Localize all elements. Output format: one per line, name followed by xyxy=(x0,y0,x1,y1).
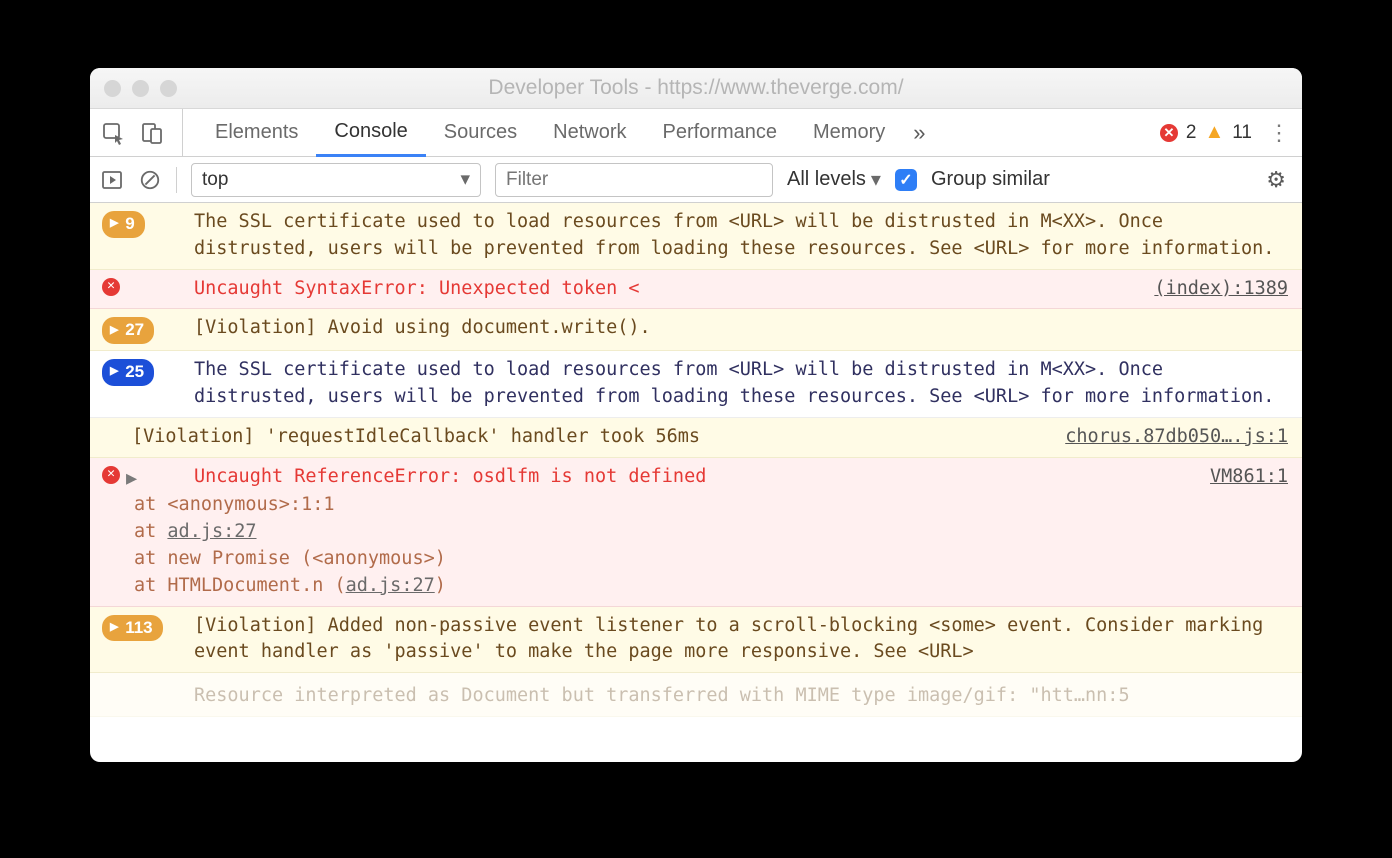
message-source-link[interactable]: (index):1389 xyxy=(1154,276,1288,303)
status-indicators[interactable]: ✕ 2 ▲ 11 xyxy=(1148,121,1264,144)
console-message[interactable]: ▶ 27 [Violation] Avoid using document.wri… xyxy=(90,309,1302,351)
context-value: top xyxy=(202,169,228,191)
group-badge[interactable]: ▶ 25 xyxy=(102,359,154,386)
expand-icon[interactable]: ▶ xyxy=(126,466,137,493)
tab-elements[interactable]: Elements xyxy=(197,109,316,156)
toggle-drawer-icon[interactable] xyxy=(100,168,124,192)
panel-tabs: Elements Console Sources Network Perform… xyxy=(197,109,935,156)
close-button[interactable] xyxy=(104,80,121,97)
tab-network[interactable]: Network xyxy=(535,109,644,156)
warning-count: 11 xyxy=(1232,122,1252,144)
devtools-window: Developer Tools - https://www.theverge.c… xyxy=(90,68,1302,762)
minimize-button[interactable] xyxy=(132,80,149,97)
gear-icon[interactable]: ⚙ xyxy=(1266,167,1292,193)
group-similar-checkbox[interactable]: ✓ xyxy=(895,169,917,191)
group-badge[interactable]: ▶ 27 xyxy=(102,317,154,344)
console-toolbar: top ▾ All levels ▾ ✓ Group similar ⚙ xyxy=(90,157,1302,203)
group-badge[interactable]: ▶ 9 xyxy=(102,211,145,238)
window-titlebar: Developer Tools - https://www.theverge.c… xyxy=(90,68,1302,109)
warning-icon: ▲ xyxy=(1204,121,1224,144)
message-text: [Violation] Avoid using document.write()… xyxy=(194,317,651,338)
console-message[interactable]: ▶ 113 [Violation] Added non-passive event… xyxy=(90,607,1302,674)
console-messages[interactable]: ▶ 9 The SSL certificate used to load reso… xyxy=(90,203,1302,762)
console-message[interactable]: ▶ 9 The SSL certificate used to load reso… xyxy=(90,203,1302,270)
group-badge[interactable]: ▶ 113 xyxy=(102,615,163,642)
error-icon: ✕ xyxy=(1160,124,1178,142)
chevron-down-icon: ▾ xyxy=(460,168,470,191)
tab-memory[interactable]: Memory xyxy=(795,109,903,156)
message-source-link[interactable]: chorus.87db050….js:1 xyxy=(1065,424,1288,451)
zoom-button[interactable] xyxy=(160,80,177,97)
toggle-device-icon[interactable] xyxy=(140,121,164,145)
chevron-down-icon: ▾ xyxy=(871,167,881,192)
group-similar-label: Group similar xyxy=(931,168,1050,191)
clear-console-icon[interactable] xyxy=(138,168,162,192)
inspect-element-icon[interactable] xyxy=(102,121,126,145)
context-select[interactable]: top ▾ xyxy=(191,163,481,197)
traffic-lights xyxy=(104,80,177,97)
console-message[interactable]: ▶ 25 The SSL certificate used to load res… xyxy=(90,351,1302,418)
more-tabs-icon[interactable]: » xyxy=(903,120,935,146)
message-text: The SSL certificate used to load resourc… xyxy=(194,211,1274,259)
message-text: The SSL certificate used to load resourc… xyxy=(194,359,1274,407)
stack-trace: at <anonymous>:1:1at ad.js:27at new Prom… xyxy=(102,492,1288,599)
log-levels-select[interactable]: All levels ▾ xyxy=(787,167,881,192)
levels-label: All levels xyxy=(787,168,866,191)
message-text: [Violation] 'requestIdleCallback' handle… xyxy=(132,424,700,451)
console-message[interactable]: [Violation] 'requestIdleCallback' handle… xyxy=(90,418,1302,458)
console-message[interactable]: Resource interpreted as Document but tra… xyxy=(90,673,1302,717)
kebab-menu-icon[interactable]: ⋮ xyxy=(1264,120,1294,146)
tab-console[interactable]: Console xyxy=(316,110,425,157)
tab-sources[interactable]: Sources xyxy=(426,109,535,156)
message-text: Resource interpreted as Document but tra… xyxy=(194,685,1130,706)
error-count: 2 xyxy=(1186,122,1197,144)
message-text: Uncaught ReferenceError: osdlfm is not d… xyxy=(194,466,706,487)
stack-link[interactable]: ad.js:27 xyxy=(167,521,256,542)
filter-input[interactable] xyxy=(495,163,773,197)
window-title: Developer Tools - https://www.theverge.c… xyxy=(90,76,1302,100)
main-tabs-row: Elements Console Sources Network Perform… xyxy=(90,109,1302,157)
message-source-link[interactable]: VM861:1 xyxy=(1210,464,1288,493)
message-text: Uncaught SyntaxError: Unexpected token < xyxy=(194,278,640,299)
error-icon: ✕ xyxy=(102,466,120,484)
console-message[interactable]: ✕ Uncaught SyntaxError: Unexpected token … xyxy=(90,270,1302,310)
stack-link[interactable]: ad.js:27 xyxy=(346,575,435,596)
console-message[interactable]: ✕ ▶ Uncaught ReferenceError: osdlfm is not… xyxy=(90,458,1302,607)
tab-performance[interactable]: Performance xyxy=(645,109,796,156)
message-text: [Violation] Added non-passive event list… xyxy=(194,615,1274,663)
error-icon: ✕ xyxy=(102,278,120,296)
